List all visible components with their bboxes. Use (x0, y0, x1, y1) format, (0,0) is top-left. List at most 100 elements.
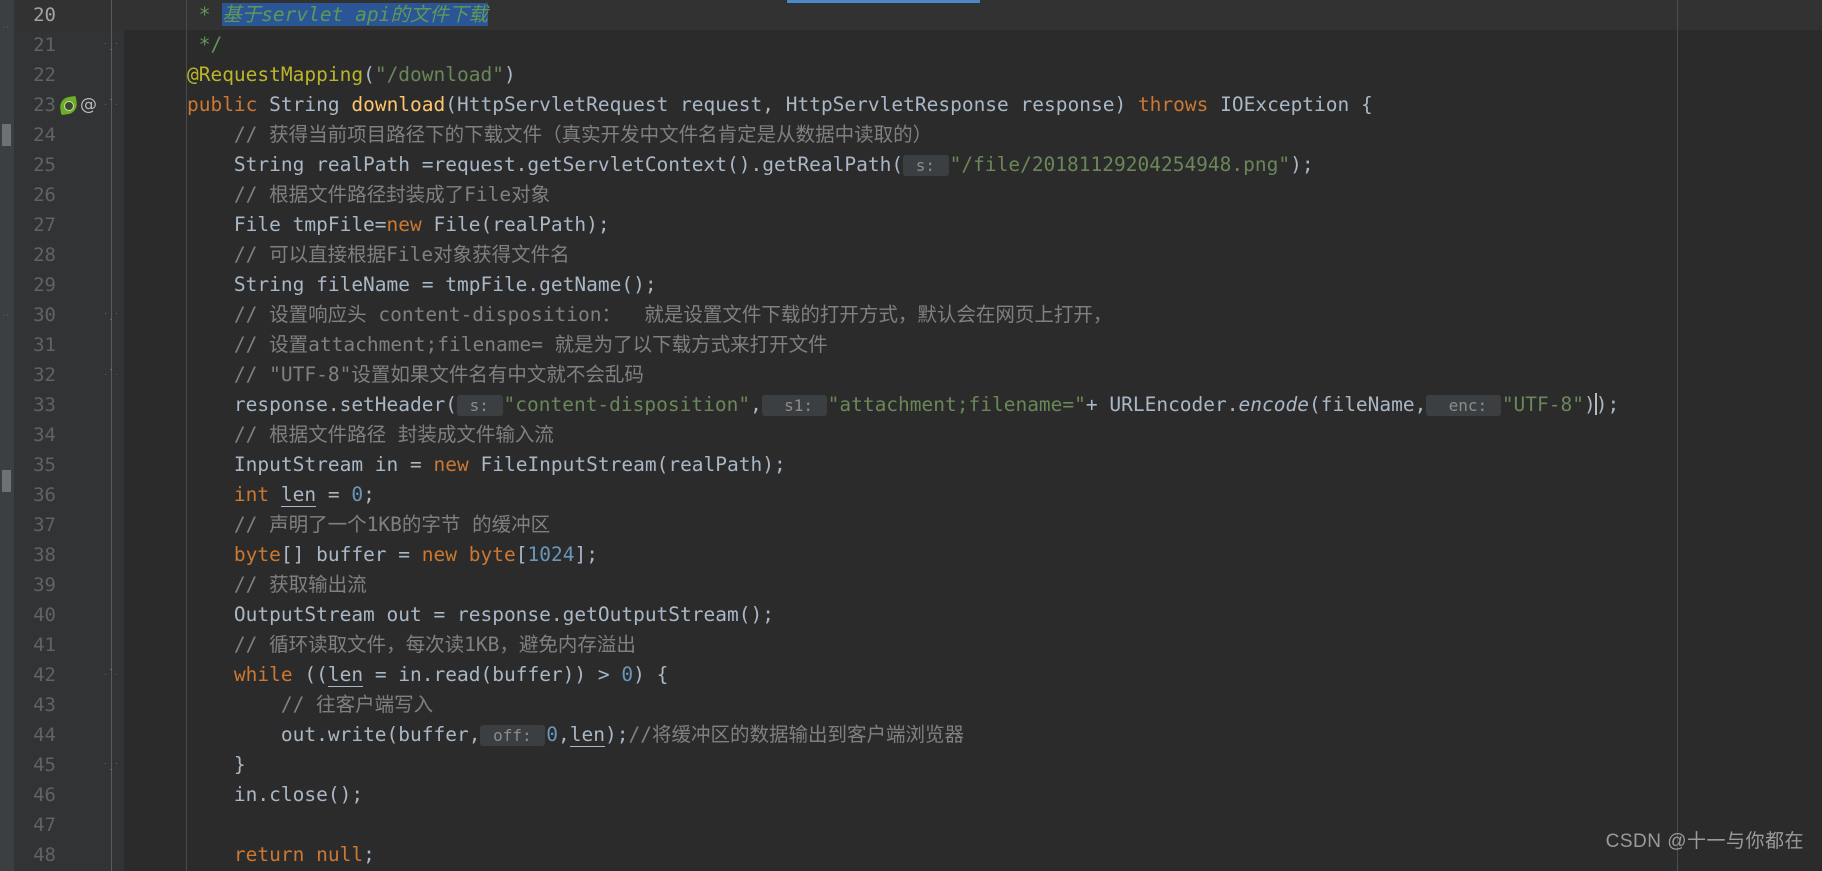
code-token-cmt: // 可以直接根据File对象获得文件名 (233, 243, 570, 266)
code-token-plain: ; (597, 213, 610, 236)
stripe-marker (2, 470, 11, 492)
code-token-plain: ] (574, 543, 587, 566)
selection-highlight-bar (787, 0, 980, 3)
line-number: 36 (33, 484, 56, 506)
line-number: 45 (33, 754, 56, 776)
code-token-plain: , (750, 393, 762, 416)
code-line[interactable]: while ((len = in.read(buffer)) > 0) { (124, 660, 1822, 690)
code-token-kw: throws (1137, 93, 1221, 116)
code-token-cmt: // 声明了一个1KB的字节 的缓冲区 (233, 513, 551, 536)
code-token-kw: int (233, 483, 281, 506)
code-line[interactable]: // 设置attachment;filename= 就是为了以下载方式来打开文件 (124, 330, 1822, 360)
code-token-plain: ; (762, 603, 774, 626)
code-token-plain: ; (1607, 393, 1620, 416)
code-token-hint: s: (456, 395, 503, 416)
fold-marker-top[interactable] (104, 368, 119, 383)
editor-gutter[interactable]: 20 21 22 23 @24 25 26 27 28 29 30 31 32 33 34 35 36 37 38 3… (14, 0, 124, 871)
fold-marker-bottom[interactable] (104, 758, 119, 773)
code-token-cmt: // "UTF-8"设置如果文件名有中文就不会乱码 (233, 363, 644, 386)
code-line[interactable]: // 可以直接根据File对象获得文件名 (124, 240, 1822, 270)
code-token-cmt: // 循环读取文件，每次读1KB，避免内存溢出 (233, 633, 636, 656)
code-line[interactable]: // 声明了一个1KB的字节 的缓冲区 (124, 510, 1822, 540)
code-token-cmt: // 根据文件路径封装成了File对象 (233, 183, 551, 206)
code-token-cmt: //将缓冲区的数据输出到客户端浏览器 (628, 723, 964, 746)
code-token-cmt: // 获取输出流 (233, 573, 367, 596)
code-line[interactable]: byte[] buffer = new byte[1024]; (124, 540, 1822, 570)
code-line[interactable]: @RequestMapping("/download") (124, 60, 1822, 90)
code-line[interactable]: InputStream in = new FileInputStream(rea… (124, 450, 1822, 480)
code-token-plain: = in.read(buffer)) > (363, 663, 622, 686)
annotation-icon[interactable]: @ (80, 96, 97, 114)
fold-marker-bottom[interactable] (104, 308, 119, 323)
code-line[interactable]: * 基于servlet api的文件下载 (124, 0, 1822, 30)
code-line[interactable]: return null; (124, 840, 1822, 870)
indent-guide (186, 0, 187, 871)
line-number: 23 (33, 94, 56, 116)
code-folding-column[interactable] (100, 0, 124, 871)
code-token-plain: (fileName, (1308, 393, 1427, 416)
spring-bean-icon[interactable] (58, 95, 79, 115)
code-line[interactable]: // 获取输出流 (124, 570, 1822, 600)
line-number: 40 (33, 604, 56, 626)
code-line[interactable]: // "UTF-8"设置如果文件名有中文就不会乱码 (124, 360, 1822, 390)
code-line[interactable]: // 设置响应头 content-disposition： 就是设置文件下载的打… (124, 300, 1822, 330)
code-line[interactable]: // 根据文件路径封装成了File对象 (124, 180, 1822, 210)
line-number: 20 (33, 4, 56, 26)
line-number: 33 (33, 394, 56, 416)
code-token-plain: ) (1595, 393, 1608, 416)
code-token-kw: new (386, 213, 434, 236)
code-token-plain: (( (304, 663, 328, 686)
idea-editor-window: : : 20 21 22 23 @24 25 26 27 28 29 30 31 32 33 34 35 36 3… (0, 0, 1822, 871)
code-line[interactable]: public String download(HttpServletReques… (124, 90, 1822, 120)
code-line[interactable]: // 循环读取文件，每次读1KB，避免内存溢出 (124, 630, 1822, 660)
fold-marker-top[interactable] (104, 98, 119, 113)
code-token-plain: (HttpServletRequest request, HttpServlet… (445, 93, 1138, 116)
fold-marker-top[interactable] (104, 668, 119, 683)
code-line[interactable] (124, 810, 1822, 840)
hard-wrap-guide (1677, 0, 1678, 871)
code-line[interactable]: String realPath =request.getServletConte… (124, 150, 1822, 180)
code-token-cmt: // 往客户端写入 (280, 693, 434, 716)
code-token-statm: encode (1238, 393, 1309, 416)
code-token-kw: byte (233, 543, 281, 566)
code-token-plain: ; (351, 783, 364, 806)
code-token-kw: null (316, 843, 364, 866)
line-number: 22 (33, 64, 56, 86)
line-number: 39 (33, 574, 56, 596)
fold-marker-bottom[interactable] (104, 38, 119, 53)
code-line[interactable]: int len = 0; (124, 480, 1822, 510)
line-number: 38 (33, 544, 56, 566)
code-token-plain: ( (363, 63, 375, 86)
code-line[interactable]: response.setHeader( s: "content-disposit… (124, 390, 1822, 420)
gutter-icon-group[interactable]: @ (58, 95, 97, 115)
code-token-plain: out.write(buffer, (280, 723, 481, 746)
code-token-plain: String (269, 93, 352, 116)
code-line[interactable]: */ (124, 30, 1822, 60)
code-line[interactable]: out.write(buffer, off: 0,len);//将缓冲区的数据输… (124, 720, 1822, 750)
code-token-num: 0 (546, 723, 559, 746)
code-token-kw: return (233, 843, 317, 866)
code-token-hint: s: (903, 155, 949, 176)
code-editor-area[interactable]: * 基于servlet api的文件下载 */ @RequestMapping(… (124, 0, 1822, 871)
code-line[interactable]: } (124, 750, 1822, 780)
code-line[interactable]: String fileName = tmpFile.getName(); (124, 270, 1822, 300)
code-line[interactable]: OutputStream out = response.getOutputStr… (124, 600, 1822, 630)
code-line[interactable]: // 往客户端写入 (124, 690, 1822, 720)
code-line[interactable]: // 根据文件路径 封装成文件输入流 (124, 420, 1822, 450)
code-token-plain: , (558, 723, 570, 746)
code-token-hint: s1: (761, 395, 827, 416)
code-line[interactable]: File tmpFile=new File(realPath); (124, 210, 1822, 240)
tool-window-stripe[interactable]: : : (0, 0, 14, 871)
code-token-plain: FileInputStream(realPath) (480, 453, 774, 476)
code-line[interactable]: // 获得当前项目路径下的下载文件（真实开发中文件名肯定是从数据中读取的） (124, 120, 1822, 150)
line-number: 21 (33, 34, 56, 56)
folding-spine (111, 0, 112, 871)
line-number: 35 (33, 454, 56, 476)
code-token-num: 0 (621, 663, 634, 686)
code-token-plain: File tmpFile= (233, 213, 387, 236)
line-number: 32 (33, 364, 56, 386)
code-line[interactable]: in.close(); (124, 780, 1822, 810)
line-number: 28 (33, 244, 56, 266)
